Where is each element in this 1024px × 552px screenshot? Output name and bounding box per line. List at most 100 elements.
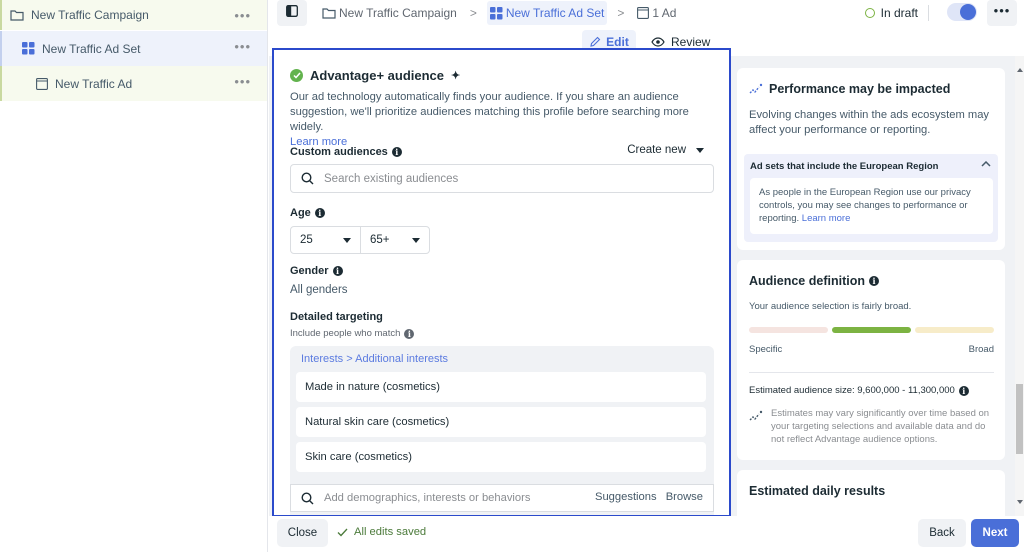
right-panel-scrollbar[interactable] (1015, 56, 1024, 516)
back-button[interactable]: Back (918, 519, 966, 547)
checkmark-icon (337, 528, 348, 537)
grid-icon (489, 6, 503, 20)
interest-item[interactable]: Natural skin care (cosmetics) (296, 407, 706, 437)
status-label: In draft (880, 6, 918, 20)
detailed-targeting-label: Detailed targeting (290, 311, 383, 323)
breadcrumb-adset[interactable]: New Traffic Ad Set (486, 1, 608, 25)
search-icon (301, 172, 314, 185)
browse-button[interactable]: Browse (666, 491, 703, 503)
audience-size-text: Estimated audience size: 9,600,000 - 11,… (749, 385, 955, 396)
eye-icon (651, 37, 665, 47)
ad-set-toggle[interactable] (947, 3, 977, 21)
label-text: Custom audiences (290, 146, 388, 158)
create-new-dropdown[interactable]: Create new (627, 144, 704, 156)
meter-label-broad: Broad (968, 344, 994, 355)
next-button[interactable]: Next (971, 519, 1019, 547)
age-min-select[interactable]: 25 (291, 227, 360, 253)
custom-audience-search-input[interactable]: Search existing audiences (290, 164, 714, 193)
eu-notice-title[interactable]: Ad sets that include the European Region (750, 161, 938, 172)
age-range: 25 65+ (290, 226, 430, 254)
interest-item[interactable]: Made in nature (cosmetics) (296, 372, 706, 402)
audience-definition-title: Audience definition i (749, 274, 879, 288)
breadcrumb-ad[interactable]: 1 Ad (634, 1, 679, 25)
tab-label: Review (671, 35, 711, 49)
more-options-button[interactable]: ••• (987, 0, 1017, 26)
select-value: 65+ (370, 234, 390, 246)
gender-value[interactable]: All genders (290, 284, 348, 296)
breadcrumb-separator: > (469, 6, 477, 20)
advantage-description: Our ad technology automatically finds yo… (290, 90, 714, 150)
folder-icon (322, 7, 336, 19)
info-icon[interactable]: i (391, 147, 402, 157)
close-button[interactable]: Close (277, 519, 328, 547)
detailed-targeting-search-input[interactable]: Add demographics, interests or behaviors… (290, 484, 714, 512)
sparkle-icon: ✦ (451, 70, 461, 82)
breadcrumb-campaign[interactable]: New Traffic Campaign (319, 1, 460, 25)
chevron-up-icon[interactable] (981, 159, 991, 170)
card-title: Estimated daily results (749, 484, 886, 498)
top-bar: New Traffic Campaign > New Traffic Ad Se… (269, 0, 1024, 26)
suggestions-button[interactable]: Suggestions (595, 491, 657, 503)
select-value: 25 (300, 234, 313, 246)
age-max-select[interactable]: 65+ (360, 227, 429, 253)
more-options-icon[interactable]: ••• (234, 8, 251, 23)
note-text: Estimates may vary significantly over ti… (771, 408, 990, 445)
interest-item[interactable]: Skin care (cosmetics) (296, 442, 706, 472)
tree-item-label: New Traffic Ad Set (42, 41, 141, 56)
breadcrumb-label: New Traffic Campaign (339, 6, 457, 20)
dropdown-label: Create new (627, 144, 686, 156)
more-options-icon[interactable]: ••• (234, 39, 251, 54)
include-people-label: Include people who match i (290, 328, 415, 339)
scroll-up-icon[interactable] (1017, 68, 1023, 72)
divider (928, 5, 929, 21)
performance-card: Performance may be impacted Evolving cha… (737, 68, 1005, 250)
toggle-knob (960, 4, 976, 20)
tree-item-label: New Traffic Ad (55, 76, 133, 91)
grid-icon (22, 42, 35, 55)
caret-down-icon (343, 237, 351, 243)
meter-segment-broad (915, 327, 994, 333)
learn-more-link[interactable]: Learn more (802, 213, 851, 224)
section-title: Advantage+ audience (310, 68, 445, 83)
info-icon[interactable]: i (958, 385, 969, 396)
folder-icon (10, 9, 24, 21)
meter-segment-specific (749, 327, 828, 333)
label-text: Gender (290, 265, 329, 277)
audience-section: Advantage+ audience ✦ Our ad technology … (272, 48, 731, 517)
caret-down-icon (412, 237, 420, 243)
panel-toggle-button[interactable] (277, 0, 307, 26)
estimated-audience-size: Estimated audience size: 9,600,000 - 11,… (749, 385, 969, 396)
pencil-icon (589, 36, 601, 48)
edit-panel: Advantage+ audience ✦ Our ad technology … (269, 48, 735, 517)
card-title: Performance may be impacted (769, 82, 951, 96)
info-icon[interactable]: i (332, 266, 343, 276)
meter-segment-active (832, 327, 911, 333)
label-text: Include people who match (290, 328, 401, 339)
eu-notice-body: As people in the European Region use our… (750, 178, 993, 234)
notice-text: As people in the European Region use our… (759, 187, 971, 224)
save-status: All edits saved (337, 526, 426, 538)
european-region-notice: Ad sets that include the European Region… (744, 154, 998, 242)
tree-item-ad[interactable]: New Traffic Ad ••• (0, 66, 267, 101)
tree-item-adset[interactable]: New Traffic Ad Set ••• (0, 31, 267, 66)
tree-item-campaign[interactable]: New Traffic Campaign ••• (0, 0, 267, 30)
age-label: Age i (290, 207, 325, 219)
scrollbar-thumb[interactable] (1016, 384, 1023, 454)
footer-bar: Close All edits saved Back Next (269, 516, 1024, 552)
performance-description: Evolving changes within the ads ecosyste… (749, 109, 990, 136)
divider (749, 372, 994, 373)
info-icon[interactable]: i (868, 276, 879, 286)
interest-category-path[interactable]: Interests > Additional interests (301, 353, 448, 365)
scroll-down-icon[interactable] (1017, 500, 1023, 504)
label-text: Age (290, 207, 311, 219)
info-icon[interactable]: i (404, 328, 415, 339)
estimated-daily-results-card: Estimated daily results (737, 470, 1005, 516)
sidebar-toggle-icon (286, 4, 298, 22)
more-options-icon[interactable]: ••• (234, 74, 251, 89)
status-dot-icon (864, 8, 875, 18)
info-icon[interactable]: i (314, 208, 325, 218)
audience-breadth-meter (749, 327, 994, 333)
ad-frame-icon (36, 77, 48, 90)
estimate-note: Estimates may vary significantly over ti… (749, 407, 994, 446)
trend-icon (749, 83, 763, 95)
